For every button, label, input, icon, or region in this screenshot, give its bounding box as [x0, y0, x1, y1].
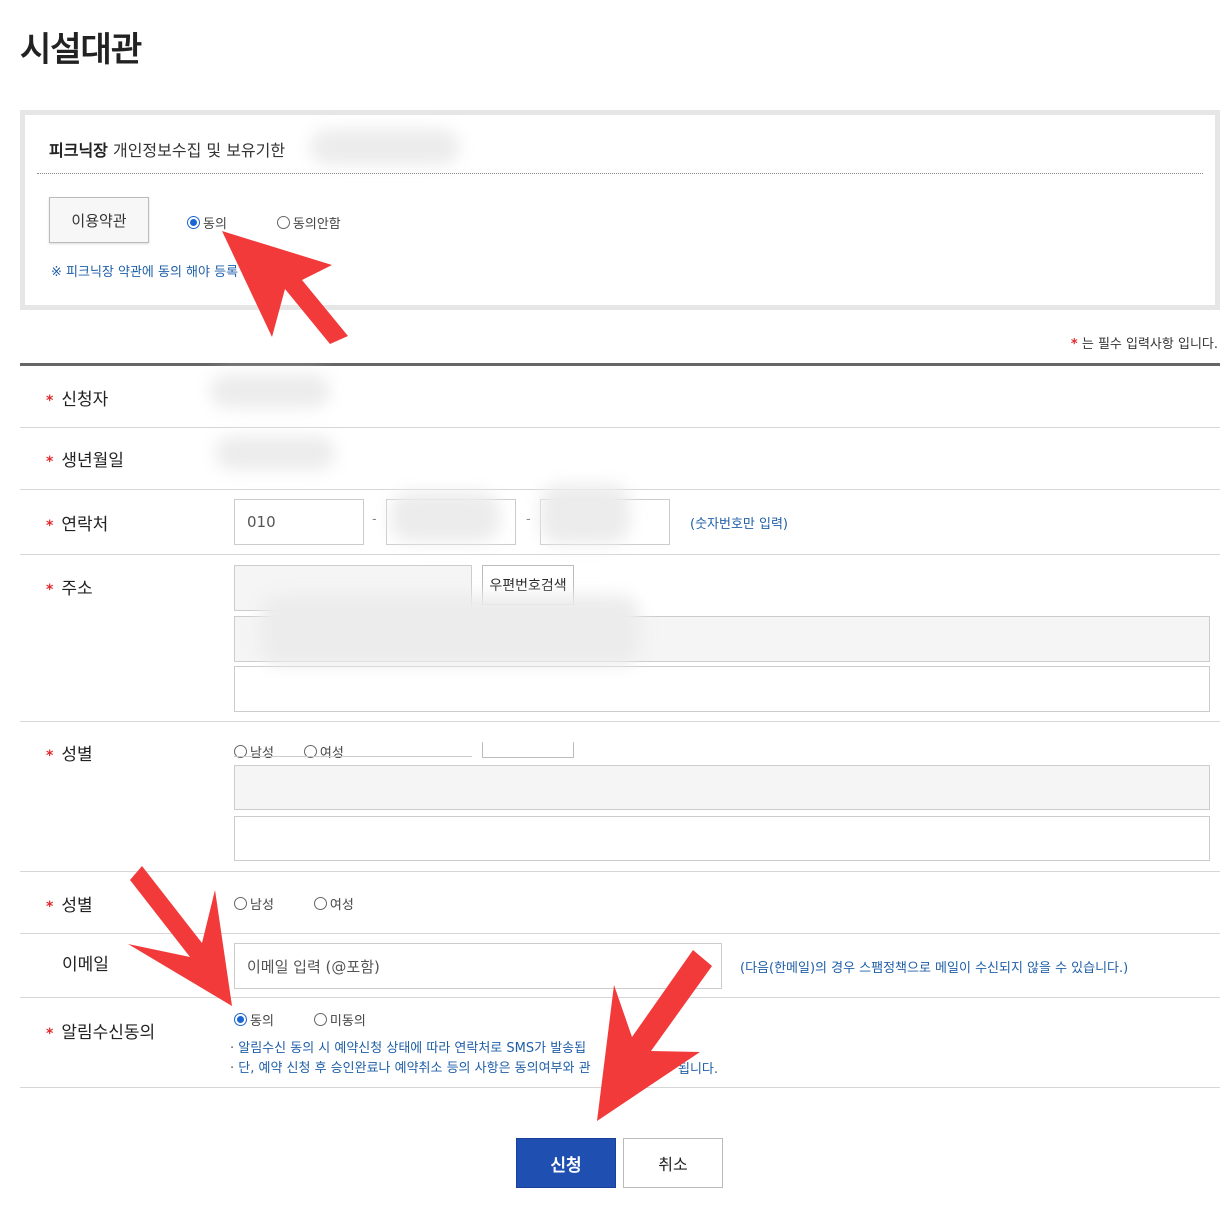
notify-bullet-1: 알림수신 동의 시 예약신청 상태에 따라 연락처로 SMS가 발송됩 — [230, 1037, 586, 1056]
redacted-birthdate — [215, 436, 335, 470]
glitch-line — [234, 756, 472, 757]
address-row: * 주소 우편번호검색 — [20, 555, 1220, 722]
redacted-address — [260, 595, 640, 665]
contact-label: * 연락처 — [46, 515, 109, 535]
privacy-agreement-box: 피크닉장 개인정보수집 및 보유기한 이용약관 동의 동의안함 ※ 피크닉장 약… — [20, 110, 1220, 310]
page-title: 시설대관 — [20, 30, 142, 70]
cancel-button[interactable]: 취소 — [623, 1138, 723, 1188]
glitch-address-input[interactable] — [234, 765, 1210, 810]
gender-label: * 성별 — [46, 896, 93, 916]
notify-row: *알림수신동의 동의 미동의 알림수신 동의 시 예약신청 상태에 따라 연락처… — [20, 998, 1220, 1088]
gender-glitch-row: * 성별 남성 여성 — [20, 722, 1220, 872]
notify-radio-group: 동의 미동의 — [234, 1010, 406, 1029]
disagree-label: 동의안함 — [292, 217, 341, 232]
redacted-area — [310, 129, 460, 165]
notify-agree-radio[interactable]: 동의 — [234, 1010, 274, 1029]
submit-button[interactable]: 신청 — [516, 1138, 616, 1188]
address-detail-input[interactable] — [234, 666, 1210, 712]
gender-row: * 성별 남성 여성 — [20, 872, 1220, 934]
agreement-title: 피크닉장 개인정보수집 및 보유기한 — [49, 137, 285, 161]
redacted-phone-middle — [390, 492, 500, 542]
disagree-radio[interactable]: 동의안함 — [276, 213, 341, 232]
applicant-row: * 신청자 — [20, 366, 1220, 428]
email-input[interactable]: 이메일 입력 (@포함) — [234, 943, 722, 989]
agreement-note: ※ 피크닉장 약관에 동의 해야 등록 — [51, 265, 239, 280]
glitch-overlap: 남성 여성 — [234, 742, 594, 758]
notify-label: * 알림수신동의 — [46, 1023, 156, 1043]
radio-unchecked-icon — [276, 216, 290, 229]
birthdate-label: * 생년월일 — [46, 451, 124, 471]
redacted-phone-last — [540, 484, 630, 544]
phone-dash-1: - — [372, 512, 377, 527]
contact-hint: (숫자번호만 입력) — [690, 517, 788, 532]
agreement-title-text: 개인정보수집 및 보유기한 — [107, 141, 286, 160]
gender-radio-group: 남성 여성 — [234, 894, 394, 913]
agree-radio[interactable]: 동의 — [187, 213, 227, 232]
agreement-radio-group: 동의 동의안함 — [187, 213, 381, 232]
terms-button[interactable]: 이용약관 — [49, 197, 149, 243]
glitch-address-detail-input[interactable] — [234, 816, 1210, 861]
notify-bullet-2-tail: 됩니다. — [678, 1062, 719, 1077]
gender-glitch-label: * 성별 — [46, 745, 93, 765]
male-label: 남성 — [250, 898, 274, 913]
contact-row: * 연락처 010 - - (숫자번호만 입력) — [20, 484, 1220, 555]
radio-checked-icon — [187, 216, 200, 229]
address-label: * 주소 — [46, 579, 93, 599]
radio-checked-icon — [234, 1013, 247, 1026]
email-row: 이메일 이메일 입력 (@포함) (다음(한메일)의 경우 스팸정책으로 메일이… — [20, 934, 1220, 998]
applicant-label: * 신청자 — [46, 390, 109, 410]
required-note: * 는 필수 입력사항 입니다. — [1071, 333, 1218, 352]
agreement-facility: 피크닉장 — [49, 141, 108, 160]
notify-disagree-label: 미동의 — [329, 1014, 366, 1029]
glitch-button-edge — [482, 742, 574, 758]
birthdate-row: * 생년월일 — [20, 428, 1220, 490]
redacted-applicant — [210, 374, 330, 408]
email-label: 이메일 — [62, 955, 109, 975]
radio-unchecked-icon — [234, 897, 247, 910]
radio-unchecked-icon — [313, 1013, 327, 1026]
email-hint: (다음(한메일)의 경우 스팸정책으로 메일이 수신되지 않을 수 있습니다.) — [740, 961, 1129, 976]
notify-agree-label: 동의 — [250, 1014, 274, 1029]
required-note-text: 는 필수 입력사항 입니다. — [1077, 337, 1218, 352]
phone-prefix-input[interactable]: 010 — [234, 499, 364, 545]
required-star: * — [1070, 337, 1078, 352]
male-radio[interactable]: 남성 — [234, 894, 274, 913]
female-label: 여성 — [329, 898, 354, 913]
phone-dash-2: - — [526, 512, 531, 527]
radio-unchecked-icon — [313, 897, 327, 910]
notify-disagree-radio[interactable]: 미동의 — [313, 1010, 366, 1029]
divider — [37, 173, 1203, 174]
notify-bullet-2: 단, 예약 신청 후 승인완료나 예약취소 등의 사항은 동의여부와 관 — [230, 1057, 590, 1076]
agree-label: 동의 — [203, 217, 227, 232]
female-radio[interactable]: 여성 — [313, 894, 354, 913]
